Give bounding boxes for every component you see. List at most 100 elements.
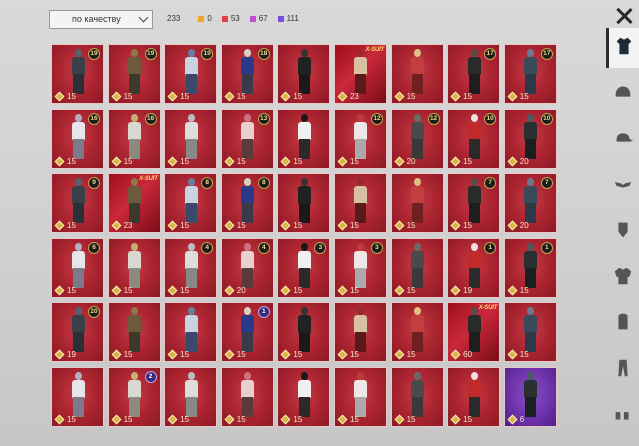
rarity-diamond-icon: [507, 349, 518, 360]
outfit-card[interactable]: 15: [277, 44, 331, 104]
outfit-card[interactable]: 7 20: [503, 173, 557, 234]
outfit-card[interactable]: 15: [277, 108, 331, 169]
outfit-card[interactable]: 20 19: [51, 302, 104, 363]
outfit-preview-image: [465, 371, 483, 418]
item-count-value: 15: [180, 285, 190, 295]
outfit-card[interactable]: 19 15: [51, 44, 104, 104]
item-count: 19: [54, 349, 76, 360]
outfit-card[interactable]: 15: [107, 237, 161, 298]
outfit-card[interactable]: 4 20: [220, 237, 274, 298]
outfit-card[interactable]: 3 15: [277, 237, 331, 298]
sidebar-item-jacket[interactable]: [606, 258, 639, 298]
outfit-card[interactable]: 19 15: [164, 44, 218, 104]
outfit-card[interactable]: 15: [164, 302, 218, 363]
outfit-card[interactable]: 2 15: [107, 366, 161, 427]
outfit-card[interactable]: 4 15: [164, 237, 218, 298]
face-icon: [612, 219, 634, 246]
outfit-card[interactable]: 1 19: [447, 237, 501, 298]
outfit-card[interactable]: 15: [277, 366, 331, 427]
outfit-card[interactable]: 15: [390, 173, 444, 234]
outfit-preview-image: [295, 113, 313, 160]
outfit-card[interactable]: 15: [390, 366, 444, 427]
outfit-card[interactable]: 10 15: [447, 108, 501, 169]
outfit-card[interactable]: 8 15: [164, 173, 218, 234]
outfit-card[interactable]: 15: [164, 366, 218, 427]
item-count: 15: [394, 285, 415, 296]
outfit-card[interactable]: 7 15: [447, 173, 501, 234]
outfit-card[interactable]: 15: [277, 302, 331, 363]
outfit-card[interactable]: 15: [447, 366, 501, 427]
sidebar-item-cap[interactable]: [606, 120, 639, 160]
outfit-preview-image: [182, 307, 200, 353]
outfit-card[interactable]: 15: [333, 302, 387, 363]
sidebar-item-outfit[interactable]: [606, 28, 639, 68]
outfit-card[interactable]: 17 15: [447, 44, 501, 104]
rarity-diamond-icon: [337, 349, 348, 360]
outfit-card[interactable]: 10 20: [503, 108, 557, 169]
sort-dropdown[interactable]: по качеству: [49, 10, 153, 29]
item-count-value: 15: [463, 414, 473, 424]
outfit-card[interactable]: 8 15: [220, 173, 274, 234]
outfit-card[interactable]: 6 15: [51, 237, 104, 298]
outfit-card[interactable]: 1 15: [503, 237, 557, 298]
rarity-diamond-icon: [280, 285, 291, 296]
outfit-preview-image: [465, 113, 483, 160]
close-button[interactable]: [613, 5, 635, 27]
item-count: 15: [111, 349, 133, 360]
level-badge: 2: [144, 370, 157, 383]
outfit-card[interactable]: 19 15: [107, 44, 161, 104]
item-count-value: 15: [180, 350, 190, 360]
sidebar-item-mask[interactable]: [606, 166, 639, 206]
rarity-diamond-icon: [54, 285, 65, 296]
outfit-card[interactable]: 15: [51, 366, 104, 427]
item-count-value: 15: [519, 285, 529, 295]
item-count-value: 15: [67, 156, 76, 166]
rarity-diamond-icon: [507, 220, 518, 231]
item-count: 15: [167, 414, 189, 425]
item-count: 15: [167, 156, 190, 167]
sidebar-item-backpack[interactable]: [606, 304, 639, 344]
rarity-diamond-icon: [280, 220, 291, 231]
outfit-card[interactable]: 15: [503, 302, 557, 363]
outfit-card[interactable]: X-SUIT 23: [333, 44, 387, 104]
outfit-preview-image: [465, 49, 483, 95]
sidebar-item-pants[interactable]: [606, 350, 639, 390]
outfit-card[interactable]: 15: [220, 366, 274, 427]
outfit-card[interactable]: 15: [333, 366, 387, 427]
outfit-card[interactable]: 15: [333, 173, 387, 234]
outfit-card[interactable]: 1 15: [220, 302, 274, 363]
outfit-card[interactable]: 15: [390, 44, 444, 104]
rarity-diamond-icon: [337, 414, 348, 425]
sidebar-item-shoes[interactable]: [606, 396, 639, 436]
sidebar-item-face[interactable]: [606, 212, 639, 252]
outfit-card[interactable]: 3 15: [333, 237, 387, 298]
item-count: 15: [54, 285, 76, 296]
outfit-card[interactable]: 12 15: [333, 108, 387, 169]
outfit-card[interactable]: 9 15: [51, 173, 104, 234]
item-count-value: 15: [180, 156, 190, 166]
level-badge: 10: [484, 112, 497, 125]
outfit-card[interactable]: 17 15: [503, 44, 557, 104]
item-count: 15: [280, 414, 302, 425]
outfit-card[interactable]: 15: [107, 302, 161, 363]
outfit-card[interactable]: 15: [390, 237, 444, 298]
outfit-card[interactable]: 6: [503, 366, 557, 427]
outfit-card[interactable]: 13 15: [220, 108, 274, 169]
outfit-card[interactable]: 12 20: [390, 108, 444, 169]
outfit-card[interactable]: X-SUIT 60: [447, 302, 501, 363]
outfit-card[interactable]: X-SUIT 23: [107, 173, 161, 234]
outfit-card[interactable]: 16 15: [107, 108, 161, 169]
pants-icon: [612, 357, 634, 384]
outfit-card[interactable]: 18 15: [220, 44, 274, 104]
outfit-card[interactable]: 15: [164, 108, 218, 169]
item-count-value: 20: [519, 156, 529, 166]
cap-icon: [612, 127, 634, 154]
outfit-card[interactable]: 16 15: [51, 108, 104, 169]
sidebar-item-helmet[interactable]: [606, 74, 639, 114]
outfit-preview-image: [351, 49, 369, 95]
outfit-card[interactable]: 15: [390, 302, 444, 363]
level-badge: 1: [484, 241, 497, 254]
outfit-card[interactable]: 15: [277, 173, 331, 234]
rarity-diamond-icon: [167, 414, 178, 425]
rarity-diamond-icon: [337, 220, 348, 231]
